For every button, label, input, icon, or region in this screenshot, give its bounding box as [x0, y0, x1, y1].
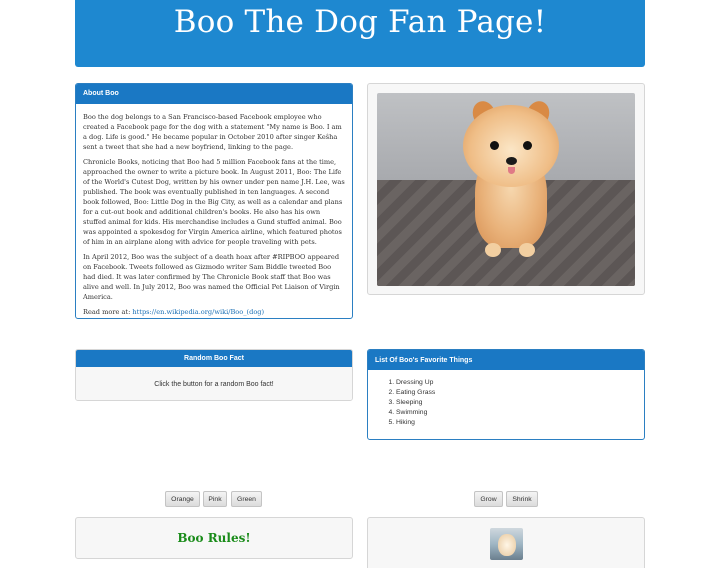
- read-more-label: Read more at:: [83, 308, 131, 316]
- boo-thumbnail-box: [367, 517, 645, 568]
- favorite-things-heading: List Of Boo's Favorite Things: [368, 350, 644, 370]
- about-body: Boo the dog belongs to a San Francisco-b…: [76, 104, 352, 318]
- dog-paw-left: [485, 243, 501, 257]
- green-button[interactable]: Green: [231, 491, 262, 507]
- about-paragraph: Boo the dog belongs to a San Francisco-b…: [83, 113, 342, 151]
- random-fact-panel: Random Boo Fact Click the button for a r…: [75, 349, 353, 401]
- dog-head: [463, 105, 559, 187]
- favorite-things-list: Dressing Up Eating Grass Sleeping Swimmi…: [368, 370, 644, 428]
- dog-nose: [506, 157, 517, 165]
- random-fact-text: Click the button for a random Boo fact!: [76, 367, 352, 400]
- about-panel: About Boo Boo the dog belongs to a San F…: [75, 83, 353, 319]
- about-paragraph: Chronicle Books, noticing that Boo had 5…: [83, 158, 345, 246]
- list-item: Hiking: [396, 418, 644, 428]
- about-heading: About Boo: [76, 84, 352, 104]
- grow-button[interactable]: Grow: [474, 491, 503, 507]
- orange-button[interactable]: Orange: [165, 491, 200, 507]
- dog-eye-right: [523, 141, 532, 150]
- boo-thumbnail: [490, 528, 523, 560]
- boo-photo-frame: [367, 83, 645, 295]
- dog-eye-left: [490, 141, 499, 150]
- dog-paw-right: [519, 243, 535, 257]
- shrink-button[interactable]: Shrink: [506, 491, 538, 507]
- list-item: Eating Grass: [396, 388, 644, 398]
- page-title: Boo The Dog Fan Page!: [173, 4, 547, 40]
- list-item: Dressing Up: [396, 378, 644, 388]
- boo-rules-text: Boo Rules!: [177, 531, 251, 545]
- pink-button[interactable]: Pink: [203, 491, 227, 507]
- thumbnail-dog: [498, 534, 516, 556]
- random-fact-heading: Random Boo Fact: [76, 350, 352, 367]
- page-header: Boo The Dog Fan Page!: [75, 0, 645, 67]
- list-item: Swimming: [396, 408, 644, 418]
- list-item: Sleeping: [396, 398, 644, 408]
- favorite-things-panel: List Of Boo's Favorite Things Dressing U…: [367, 349, 645, 440]
- boo-rules-box: Boo Rules!: [75, 517, 353, 559]
- wikipedia-link[interactable]: https://en.wikipedia.org/wiki/Boo_(dog): [132, 308, 264, 316]
- about-paragraph: In April 2012, Boo was the subject of a …: [83, 253, 340, 301]
- boo-photo: [377, 93, 635, 286]
- read-more: Read more at: https://en.wikipedia.org/w…: [83, 307, 345, 317]
- dog-tongue: [508, 167, 515, 174]
